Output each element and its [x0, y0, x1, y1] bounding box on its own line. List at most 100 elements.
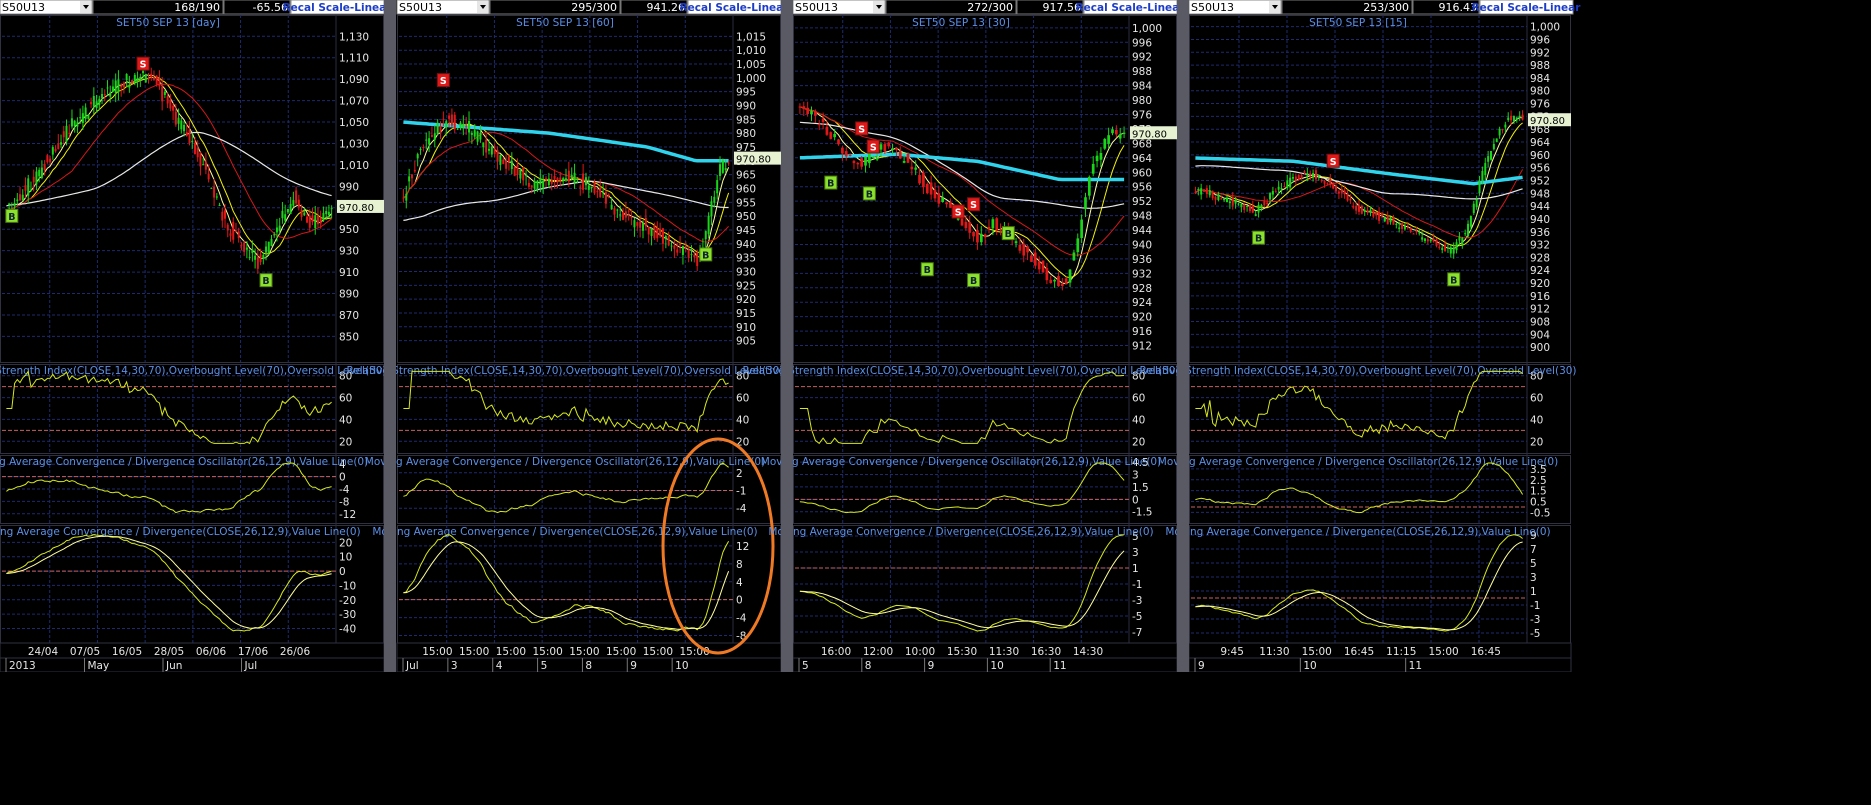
candle: [1225, 197, 1229, 202]
time-tick: 15:00: [679, 646, 709, 658]
price-tick: 990: [736, 101, 756, 113]
candle: [81, 113, 84, 124]
candle: [1389, 217, 1392, 223]
candle: [237, 231, 240, 239]
candle: [545, 178, 548, 180]
candle: [972, 232, 975, 237]
candle: [582, 173, 585, 190]
candle: [1271, 191, 1274, 195]
time-tick: 10:00: [905, 646, 935, 658]
price-tick: 928: [1530, 252, 1550, 264]
candle: [485, 139, 488, 153]
candle: [240, 244, 243, 246]
macd-tick: -40: [339, 624, 356, 636]
macd_osc-line: [799, 462, 1125, 514]
price-tick: 1,030: [339, 138, 369, 150]
price-tick: 948: [1530, 188, 1550, 200]
date-tick: 8: [585, 660, 592, 672]
recal-scale-label[interactable]: Recal Scale-Linear: [680, 2, 790, 14]
signal-label: B: [866, 189, 873, 200]
candle: [547, 178, 550, 186]
candle: [300, 209, 303, 217]
price-tick: 985: [736, 114, 756, 126]
price-tick: 976: [1530, 99, 1550, 111]
macd-tick: 4: [736, 577, 743, 589]
macd_osc-label: Moving Average Convergence / Divergence …: [0, 456, 368, 468]
candle: [16, 199, 19, 202]
candle: [724, 168, 727, 170]
candle: [111, 86, 114, 92]
symbol-value[interactable]: S50U13: [2, 1, 45, 14]
candle: [1418, 232, 1421, 234]
date-tick: 8: [865, 660, 872, 672]
candle: [188, 130, 191, 144]
candle: [553, 175, 556, 179]
candle: [308, 215, 311, 228]
candle: [106, 87, 109, 89]
candle: [1507, 117, 1510, 121]
date-tick: 9: [928, 660, 935, 672]
signal-label: S: [1330, 157, 1337, 168]
candle: [1380, 212, 1383, 216]
candle: [864, 156, 867, 166]
candle: [1237, 203, 1240, 205]
candle: [1254, 214, 1257, 217]
candle: [221, 211, 224, 221]
candle: [1481, 170, 1484, 181]
price-tick: 916: [1132, 326, 1152, 338]
candle: [462, 124, 465, 128]
macd_osc-line: [1195, 462, 1524, 514]
candle: [829, 132, 833, 139]
candle: [1111, 129, 1114, 134]
subpanel-frame: [793, 364, 1177, 454]
candle: [644, 217, 647, 227]
candle: [522, 167, 525, 181]
candle: [1057, 276, 1060, 287]
price-tick: 1,090: [339, 74, 369, 86]
candle: [1438, 246, 1441, 248]
recal-scale-label[interactable]: Recal Scale-Linear: [283, 2, 393, 14]
candle: [1294, 176, 1297, 181]
rsi-line: [403, 370, 729, 434]
candle: [1269, 193, 1272, 200]
date-tick: 4: [496, 660, 503, 672]
candle: [1392, 217, 1395, 225]
candle: [979, 233, 983, 243]
recal-scale-label[interactable]: Recal Scale-Linear: [1076, 2, 1186, 14]
symbol-value[interactable]: S50U13: [795, 1, 838, 14]
candle: [1223, 198, 1226, 201]
candle: [270, 239, 273, 247]
candle: [1464, 233, 1467, 235]
candle: [433, 133, 436, 140]
candle: [128, 85, 131, 88]
price-tick: 1,005: [736, 59, 766, 71]
last-price-label: 970.80: [736, 155, 771, 166]
symbol-value[interactable]: S50U13: [399, 1, 442, 14]
candle: [1277, 186, 1280, 190]
symbol-value[interactable]: S50U13: [1191, 1, 1234, 14]
candle: [987, 226, 991, 230]
candle: [1320, 179, 1323, 182]
candle: [650, 228, 653, 236]
candle: [202, 164, 205, 166]
price-tick: 1,050: [339, 117, 369, 129]
time-tick: 15:00: [1302, 646, 1332, 658]
candle: [79, 117, 82, 119]
candle: [1498, 128, 1501, 136]
rsi-tick: 60: [736, 393, 749, 405]
candle: [46, 155, 49, 163]
candle: [817, 124, 821, 126]
candle: [259, 254, 262, 262]
macd_osc-tick: 2: [736, 468, 743, 480]
candle: [727, 162, 730, 164]
candle: [1289, 177, 1292, 188]
candle: [922, 172, 925, 188]
candle: [1363, 210, 1366, 212]
subpanel-frame: [0, 525, 384, 644]
chart-panel-4: S50U13 253/300 916.43Recal Scale-Linear1,0…: [1139, 0, 1582, 673]
recal-scale-label[interactable]: Recal Scale-Linear: [1472, 2, 1582, 14]
price-tick: 920: [1530, 278, 1550, 290]
candle: [542, 180, 545, 189]
candle: [131, 79, 134, 83]
candle: [125, 74, 128, 81]
